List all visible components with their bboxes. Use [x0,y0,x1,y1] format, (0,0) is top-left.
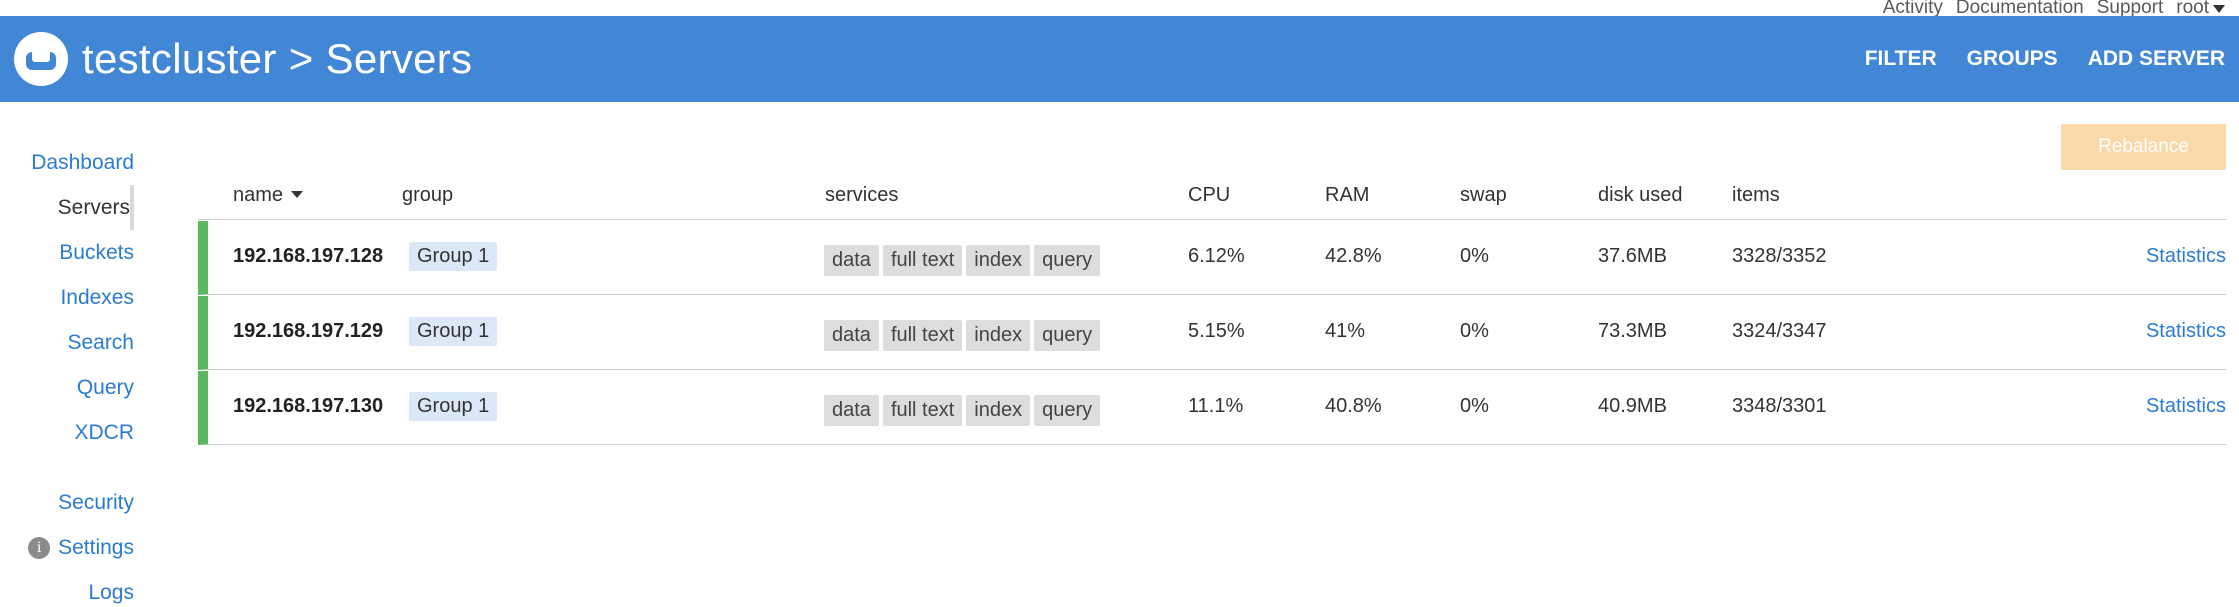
couchbase-logo-icon[interactable] [14,32,68,86]
service-badge: full text [882,245,963,276]
service-badge: query [1034,320,1101,351]
activity-link[interactable]: Activity [1883,0,1943,16]
filter-button[interactable]: FILTER [1865,47,1937,71]
column-header-swap[interactable]: swap [1460,184,1507,207]
sidebar-item-query[interactable]: Query [0,365,134,410]
service-badge: index [966,245,1031,276]
user-menu[interactable]: root [2176,0,2225,16]
service-badge: data [824,245,879,276]
sidebar-item-security[interactable]: Security [0,480,134,525]
server-host[interactable]: 192.168.197.130 [233,395,383,418]
service-badge: full text [882,395,963,426]
disk-used-value: 73.3MB [1598,320,1667,342]
services-list: data full text index query [824,395,1101,426]
sidebar-item-indexes[interactable]: Indexes [0,275,134,320]
column-header-cpu[interactable]: CPU [1188,184,1230,207]
column-header-items[interactable]: items [1732,184,1780,207]
ram-value: 40.8% [1325,395,1382,417]
swap-value: 0% [1460,245,1489,267]
group-badge: Group 1 [409,242,498,271]
service-badge: query [1034,245,1101,276]
sidebar-item-buckets[interactable]: Buckets [0,230,134,275]
page-title: testcluster > Servers [82,35,472,83]
sidebar-item-dashboard[interactable]: Dashboard [0,140,134,185]
table-row[interactable]: 192.168.197.130 Group 1 data full text i… [198,371,2226,445]
sidebar-item-xdcr[interactable]: XDCR [0,410,134,455]
disk-used-value: 37.6MB [1598,245,1667,267]
documentation-link[interactable]: Documentation [1956,0,2084,16]
sort-down-icon [291,191,304,198]
table-row[interactable]: 192.168.197.129 Group 1 data full text i… [198,296,2226,370]
service-badge: query [1034,395,1101,426]
sidebar-item-logs[interactable]: Logs [0,570,134,607]
service-badge: data [824,395,879,426]
sidebar-nav: Dashboard Servers Buckets Indexes Search… [0,140,134,607]
sidebar-item-search[interactable]: Search [0,320,134,365]
service-badge: index [966,395,1031,426]
service-badge: index [966,320,1031,351]
cpu-value: 6.12% [1188,245,1245,267]
ram-value: 41% [1325,320,1366,342]
disk-used-value: 40.9MB [1598,395,1667,417]
user-name: root [2176,0,2209,16]
statistics-link[interactable]: Statistics [2146,320,2226,343]
app-header: testcluster > Servers FILTER GROUPS ADD … [0,16,2239,102]
column-header-group[interactable]: group [402,184,453,207]
server-host[interactable]: 192.168.197.128 [233,245,383,268]
service-badge: data [824,320,879,351]
table-row[interactable]: 192.168.197.128 Group 1 data full text i… [198,221,2226,295]
column-header-name[interactable]: name [233,184,304,207]
service-badge: full text [882,320,963,351]
items-value: 3328/3352 [1732,245,1827,267]
column-header-ram[interactable]: RAM [1325,184,1369,207]
rebalance-button[interactable]: Rebalance [2061,124,2226,170]
statistics-link[interactable]: Statistics [2146,245,2226,268]
services-list: data full text index query [824,320,1101,351]
utility-bar: Activity Documentation Support root [1883,0,2225,16]
page-name: Servers [325,35,473,82]
ram-value: 42.8% [1325,245,1382,267]
sidebar-item-settings[interactable]: i Settings [0,525,134,570]
servers-table-header: name group services CPU RAM swap disk us… [198,176,2226,220]
cpu-value: 5.15% [1188,320,1245,342]
cpu-value: 11.1% [1188,395,1244,417]
group-badge: Group 1 [409,392,498,421]
breadcrumb-separator: > [288,35,314,82]
swap-value: 0% [1460,395,1489,417]
chevron-down-icon [2213,5,2225,13]
services-list: data full text index query [824,245,1101,276]
sidebar-item-servers[interactable]: Servers [0,185,134,230]
items-value: 3324/3347 [1732,320,1827,342]
header-actions: FILTER GROUPS ADD SERVER [1865,16,2225,102]
column-header-disk-used[interactable]: disk used [1598,184,1683,207]
groups-button[interactable]: GROUPS [1967,47,2058,71]
column-header-services: services [825,184,899,206]
column-header-label: name [233,184,284,206]
items-value: 3348/3301 [1732,395,1827,417]
group-badge: Group 1 [409,317,498,346]
swap-value: 0% [1460,320,1489,342]
sidebar-item-label: Settings [58,536,134,559]
server-host[interactable]: 192.168.197.129 [233,320,383,343]
add-server-button[interactable]: ADD SERVER [2088,47,2225,71]
info-icon: i [28,537,51,559]
cluster-name: testcluster [82,35,277,82]
statistics-link[interactable]: Statistics [2146,395,2226,418]
support-link[interactable]: Support [2097,0,2164,16]
